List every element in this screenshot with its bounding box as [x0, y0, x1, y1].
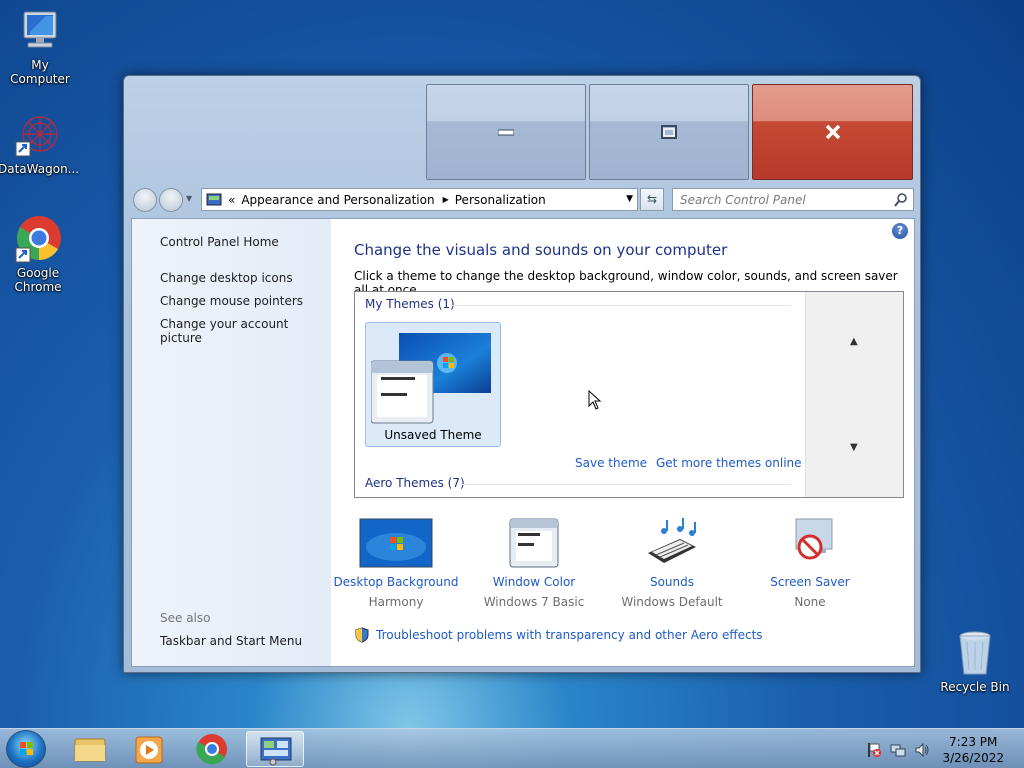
- clock-date: 3/26/2022: [942, 751, 1004, 765]
- screen-saver-value: None: [794, 595, 826, 609]
- clock[interactable]: 7:23 PM 3/26/2022: [942, 734, 1004, 766]
- my-themes-label: My Themes (1): [365, 297, 455, 311]
- breadcrumb-separator-icon[interactable]: ▶: [443, 195, 449, 204]
- address-dropdown-icon[interactable]: ▼: [626, 194, 633, 204]
- chrome-icon: [14, 216, 62, 264]
- troubleshoot-link[interactable]: Troubleshoot problems with transparency …: [354, 627, 763, 643]
- recent-pages-icon[interactable]: ▼: [186, 194, 192, 203]
- address-bar[interactable]: « Appearance and Personalization ▶ Perso…: [201, 188, 638, 211]
- forward-button[interactable]: [159, 188, 183, 212]
- search-input[interactable]: Search Control Panel: [672, 188, 914, 211]
- desktop-background-icon: [358, 517, 434, 569]
- personalization-window: ▼ « Appearance and Personalization ▶ Per…: [123, 75, 921, 673]
- desktop-background-item[interactable]: Desktop Background Harmony: [331, 517, 461, 609]
- sounds-item[interactable]: Sounds Windows Default: [607, 517, 737, 609]
- content-area: Control Panel Home Change desktop icons …: [131, 218, 915, 667]
- taskbar-media-player[interactable]: [120, 731, 178, 767]
- control-panel-home-link[interactable]: Control Panel Home: [160, 235, 279, 249]
- network-icon[interactable]: [890, 742, 906, 758]
- troubleshoot-text[interactable]: Troubleshoot problems with transparency …: [376, 628, 763, 642]
- search-placeholder: Search Control Panel: [680, 192, 806, 207]
- desktop-icon-my-computer[interactable]: My Computer: [0, 8, 80, 86]
- taskbar-explorer[interactable]: [60, 731, 118, 767]
- breadcrumb-personalization[interactable]: Personalization: [455, 193, 546, 207]
- start-button[interactable]: [6, 730, 46, 768]
- change-account-picture-link[interactable]: Change your account picture: [160, 317, 331, 345]
- desktop-icon-label: My Computer: [10, 58, 70, 86]
- control-panel-icon: [260, 737, 292, 766]
- scroll-up-icon[interactable]: ▲: [850, 336, 858, 347]
- taskbar: 7:23 PM 3/26/2022: [0, 728, 1024, 768]
- change-desktop-icons-link[interactable]: Change desktop icons: [160, 271, 293, 285]
- breadcrumb-appearance[interactable]: Appearance and Personalization: [241, 193, 434, 207]
- computer-icon: [16, 8, 64, 56]
- taskbar-chrome[interactable]: [183, 731, 241, 767]
- maximize-button[interactable]: [589, 84, 749, 180]
- page-title: Change the visuals and sounds on your co…: [354, 241, 728, 259]
- control-panel-icon: [206, 193, 222, 205]
- folder-icon: [74, 738, 106, 762]
- address-overflow[interactable]: «: [228, 193, 235, 207]
- desktop-background-title[interactable]: Desktop Background: [331, 575, 461, 589]
- save-theme-link[interactable]: Save theme: [575, 456, 647, 470]
- desktop-background-value: Harmony: [368, 595, 424, 609]
- help-icon[interactable]: ?: [892, 223, 908, 239]
- refresh-icon: ⇆: [646, 192, 658, 206]
- windows-logo-icon: [20, 742, 33, 755]
- desktop-icon-label: Recycle Bin: [940, 680, 1010, 694]
- desktop-icon-datawagon[interactable]: DataWagon...: [0, 112, 80, 176]
- desktop-icon-google-chrome[interactable]: Google Chrome: [0, 216, 78, 294]
- theme-name: Unsaved Theme: [384, 428, 482, 442]
- chrome-icon: [196, 734, 227, 765]
- get-more-themes-link[interactable]: Get more themes online: [656, 456, 802, 470]
- window-color-title[interactable]: Window Color: [469, 575, 599, 589]
- recycle-bin-icon: [951, 630, 999, 678]
- main-pane: ? Change the visuals and sounds on your …: [331, 219, 914, 666]
- action-center-flag-icon[interactable]: [866, 742, 882, 758]
- screen-saver-item[interactable]: Screen Saver None: [745, 517, 875, 609]
- back-button[interactable]: [133, 188, 157, 212]
- minimize-icon: [498, 129, 514, 136]
- close-icon: [825, 124, 840, 140]
- desktop-icon-label: DataWagon...: [0, 162, 80, 176]
- taskbar-control-panel[interactable]: [246, 731, 304, 767]
- left-pane: Control Panel Home Change desktop icons …: [132, 219, 331, 666]
- theme-scrollbar[interactable]: ▲ ▼: [805, 292, 903, 497]
- desktop-icon-label: Google Chrome: [14, 266, 62, 294]
- group-divider: [451, 305, 791, 306]
- shield-icon: [355, 627, 369, 643]
- theme-preview-icon: [371, 333, 491, 424]
- sounds-icon: [634, 517, 710, 569]
- search-icon[interactable]: [894, 193, 908, 207]
- sounds-title[interactable]: Sounds: [607, 575, 737, 589]
- change-mouse-pointers-link[interactable]: Change mouse pointers: [160, 294, 303, 308]
- datawagon-icon: [14, 112, 62, 160]
- volume-icon[interactable]: [914, 742, 930, 758]
- see-also-label: See also: [160, 611, 211, 625]
- desktop-icon-recycle-bin[interactable]: Recycle Bin: [935, 630, 1015, 694]
- window-color-icon: [496, 517, 572, 569]
- taskbar-start-menu-link[interactable]: Taskbar and Start Menu: [160, 634, 302, 648]
- media-player-icon: [135, 736, 163, 764]
- theme-list: My Themes (1) Unsaved Theme Save theme G…: [354, 291, 904, 498]
- close-button[interactable]: [752, 84, 913, 180]
- maximize-icon: [661, 125, 677, 139]
- mouse-cursor-icon: [588, 390, 602, 410]
- screen-saver-icon: [772, 517, 848, 569]
- minimize-button[interactable]: [426, 84, 586, 180]
- screen-saver-title[interactable]: Screen Saver: [745, 575, 875, 589]
- aero-themes-label: Aero Themes (7): [365, 476, 465, 490]
- clock-time: 7:23 PM: [949, 735, 998, 749]
- refresh-button[interactable]: ⇆: [640, 188, 664, 211]
- group-divider: [459, 484, 791, 485]
- navigation-bar: ▼ « Appearance and Personalization ▶ Per…: [131, 186, 915, 213]
- scroll-down-icon[interactable]: ▼: [850, 442, 858, 453]
- theme-tile-unsaved[interactable]: Unsaved Theme: [365, 322, 501, 447]
- window-color-item[interactable]: Window Color Windows 7 Basic: [469, 517, 599, 609]
- window-color-value: Windows 7 Basic: [483, 595, 585, 609]
- sounds-value: Windows Default: [621, 595, 723, 609]
